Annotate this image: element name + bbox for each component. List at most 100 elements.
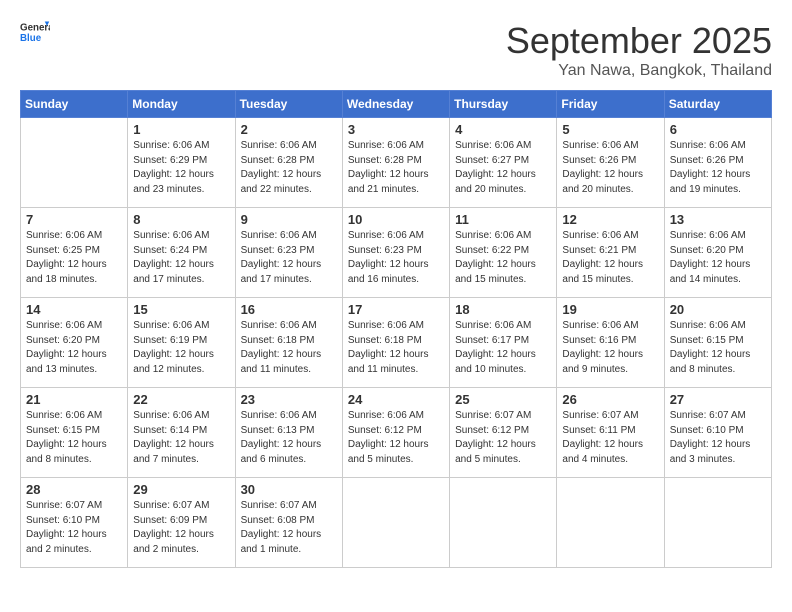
calendar-cell: 16 Sunrise: 6:06 AM Sunset: 6:18 PM Dayli…	[235, 298, 342, 388]
month-title: September 2025	[506, 20, 772, 62]
cell-date-number: 2	[241, 122, 337, 137]
weekday-header: Monday	[128, 91, 235, 118]
cell-sun-info: Sunrise: 6:07 AM Sunset: 6:10 PM Dayligh…	[26, 499, 122, 557]
cell-date-number: 29	[133, 482, 229, 497]
calendar-cell: 24 Sunrise: 6:06 AM Sunset: 6:12 PM Dayli…	[342, 388, 449, 478]
cell-date-number: 14	[26, 302, 122, 317]
svg-text:General: General	[20, 23, 50, 34]
calendar-week-row: 21 Sunrise: 6:06 AM Sunset: 6:15 PM Dayli…	[21, 388, 772, 478]
calendar-cell: 22Sunrise: 6:06 AM Sunset: 6:14 PM Dayli…	[128, 388, 235, 478]
calendar-cell	[21, 118, 128, 208]
calendar-cell: 19 Sunrise: 6:06 AM Sunset: 6:16 PM Dayli…	[557, 298, 664, 388]
cell-sun-info: Sunrise: 6:06 AM Sunset: 6:15 PM Dayligh…	[26, 409, 122, 467]
cell-date-number: 15	[133, 302, 229, 317]
calendar-cell: 6 Sunrise: 6:06 AM Sunset: 6:26 PM Daylig…	[664, 118, 771, 208]
calendar-cell: 14 Sunrise: 6:06 AM Sunset: 6:20 PM Dayli…	[21, 298, 128, 388]
calendar-cell: 27 Sunrise: 6:07 AM Sunset: 6:10 PM Dayli…	[664, 388, 771, 478]
cell-date-number: 3	[348, 122, 444, 137]
cell-date-number: 23	[241, 392, 337, 407]
calendar-table: SundayMondayTuesdayWednesdayThursdayFrid…	[20, 90, 772, 568]
weekday-header: Saturday	[664, 91, 771, 118]
logo-icon: General Blue	[20, 20, 50, 44]
cell-sun-info: Sunrise: 6:06 AM Sunset: 6:28 PM Dayligh…	[241, 139, 337, 197]
calendar-cell: 5Sunrise: 6:06 AM Sunset: 6:26 PM Daylig…	[557, 118, 664, 208]
cell-sun-info: Sunrise: 6:06 AM Sunset: 6:20 PM Dayligh…	[26, 319, 122, 377]
weekday-header: Sunday	[21, 91, 128, 118]
weekday-header: Tuesday	[235, 91, 342, 118]
calendar-cell: 15 Sunrise: 6:06 AM Sunset: 6:19 PM Dayli…	[128, 298, 235, 388]
calendar-cell	[557, 478, 664, 568]
cell-date-number: 9	[241, 212, 337, 227]
cell-date-number: 6	[670, 122, 766, 137]
logo: General Blue	[20, 20, 50, 44]
calendar-cell: 29 Sunrise: 6:07 AM Sunset: 6:09 PM Dayli…	[128, 478, 235, 568]
cell-date-number: 24	[348, 392, 444, 407]
calendar-cell: 18 Sunrise: 6:06 AM Sunset: 6:17 PM Dayli…	[450, 298, 557, 388]
cell-date-number: 16	[241, 302, 337, 317]
cell-date-number: 13	[670, 212, 766, 227]
cell-sun-info: Sunrise: 6:06 AM Sunset: 6:20 PM Dayligh…	[670, 229, 766, 287]
calendar-week-row: 14 Sunrise: 6:06 AM Sunset: 6:20 PM Dayli…	[21, 298, 772, 388]
weekday-header: Wednesday	[342, 91, 449, 118]
cell-date-number: 27	[670, 392, 766, 407]
cell-sun-info: Sunrise: 6:07 AM Sunset: 6:08 PM Dayligh…	[241, 499, 337, 557]
cell-sun-info: Sunrise: 6:06 AM Sunset: 6:15 PM Dayligh…	[670, 319, 766, 377]
cell-date-number: 28	[26, 482, 122, 497]
cell-sun-info: Sunrise: 6:06 AM Sunset: 6:19 PM Dayligh…	[133, 319, 229, 377]
cell-date-number: 21	[26, 392, 122, 407]
cell-date-number: 12	[562, 212, 658, 227]
cell-sun-info: Sunrise: 6:06 AM Sunset: 6:16 PM Dayligh…	[562, 319, 658, 377]
calendar-cell	[664, 478, 771, 568]
calendar-cell: 8Sunrise: 6:06 AM Sunset: 6:24 PM Daylig…	[128, 208, 235, 298]
cell-sun-info: Sunrise: 6:06 AM Sunset: 6:18 PM Dayligh…	[241, 319, 337, 377]
calendar-cell: 13 Sunrise: 6:06 AM Sunset: 6:20 PM Dayli…	[664, 208, 771, 298]
cell-sun-info: Sunrise: 6:06 AM Sunset: 6:23 PM Dayligh…	[348, 229, 444, 287]
cell-date-number: 22	[133, 392, 229, 407]
calendar-cell: 23 Sunrise: 6:06 AM Sunset: 6:13 PM Dayli…	[235, 388, 342, 478]
cell-sun-info: Sunrise: 6:06 AM Sunset: 6:27 PM Dayligh…	[455, 139, 551, 197]
cell-sun-info: Sunrise: 6:06 AM Sunset: 6:26 PM Dayligh…	[670, 139, 766, 197]
calendar-week-row: 28 Sunrise: 6:07 AM Sunset: 6:10 PM Dayli…	[21, 478, 772, 568]
cell-sun-info: Sunrise: 6:06 AM Sunset: 6:23 PM Dayligh…	[241, 229, 337, 287]
calendar-week-row: 7Sunrise: 6:06 AM Sunset: 6:25 PM Daylig…	[21, 208, 772, 298]
cell-sun-info: Sunrise: 6:06 AM Sunset: 6:26 PM Dayligh…	[562, 139, 658, 197]
cell-sun-info: Sunrise: 6:07 AM Sunset: 6:11 PM Dayligh…	[562, 409, 658, 467]
calendar-cell: 2 Sunrise: 6:06 AM Sunset: 6:28 PM Daylig…	[235, 118, 342, 208]
cell-date-number: 17	[348, 302, 444, 317]
cell-date-number: 30	[241, 482, 337, 497]
cell-sun-info: Sunrise: 6:06 AM Sunset: 6:22 PM Dayligh…	[455, 229, 551, 287]
calendar-cell: 25Sunrise: 6:07 AM Sunset: 6:12 PM Dayli…	[450, 388, 557, 478]
calendar-header: SundayMondayTuesdayWednesdayThursdayFrid…	[21, 91, 772, 118]
calendar-cell: 10Sunrise: 6:06 AM Sunset: 6:23 PM Dayli…	[342, 208, 449, 298]
cell-date-number: 4	[455, 122, 551, 137]
weekday-header: Friday	[557, 91, 664, 118]
cell-sun-info: Sunrise: 6:07 AM Sunset: 6:10 PM Dayligh…	[670, 409, 766, 467]
calendar-cell: 17Sunrise: 6:06 AM Sunset: 6:18 PM Dayli…	[342, 298, 449, 388]
cell-sun-info: Sunrise: 6:06 AM Sunset: 6:21 PM Dayligh…	[562, 229, 658, 287]
cell-date-number: 18	[455, 302, 551, 317]
svg-text:Blue: Blue	[20, 33, 42, 44]
calendar-cell: 12 Sunrise: 6:06 AM Sunset: 6:21 PM Dayli…	[557, 208, 664, 298]
calendar-cell: 28 Sunrise: 6:07 AM Sunset: 6:10 PM Dayli…	[21, 478, 128, 568]
cell-sun-info: Sunrise: 6:06 AM Sunset: 6:12 PM Dayligh…	[348, 409, 444, 467]
cell-date-number: 7	[26, 212, 122, 227]
calendar-cell: 3Sunrise: 6:06 AM Sunset: 6:28 PM Daylig…	[342, 118, 449, 208]
calendar-cell: 26 Sunrise: 6:07 AM Sunset: 6:11 PM Dayli…	[557, 388, 664, 478]
calendar-cell: 1 Sunrise: 6:06 AM Sunset: 6:29 PM Daylig…	[128, 118, 235, 208]
cell-sun-info: Sunrise: 6:07 AM Sunset: 6:09 PM Dayligh…	[133, 499, 229, 557]
calendar-cell: 20Sunrise: 6:06 AM Sunset: 6:15 PM Dayli…	[664, 298, 771, 388]
cell-date-number: 25	[455, 392, 551, 407]
cell-date-number: 19	[562, 302, 658, 317]
calendar-cell: 11Sunrise: 6:06 AM Sunset: 6:22 PM Dayli…	[450, 208, 557, 298]
cell-date-number: 26	[562, 392, 658, 407]
cell-sun-info: Sunrise: 6:06 AM Sunset: 6:24 PM Dayligh…	[133, 229, 229, 287]
cell-sun-info: Sunrise: 6:06 AM Sunset: 6:13 PM Dayligh…	[241, 409, 337, 467]
calendar-cell	[450, 478, 557, 568]
cell-date-number: 1	[133, 122, 229, 137]
calendar-cell: 21 Sunrise: 6:06 AM Sunset: 6:15 PM Dayli…	[21, 388, 128, 478]
cell-sun-info: Sunrise: 6:06 AM Sunset: 6:29 PM Dayligh…	[133, 139, 229, 197]
calendar-cell: 9 Sunrise: 6:06 AM Sunset: 6:23 PM Daylig…	[235, 208, 342, 298]
cell-sun-info: Sunrise: 6:06 AM Sunset: 6:17 PM Dayligh…	[455, 319, 551, 377]
calendar-body: 1 Sunrise: 6:06 AM Sunset: 6:29 PM Daylig…	[21, 118, 772, 568]
calendar-cell	[342, 478, 449, 568]
